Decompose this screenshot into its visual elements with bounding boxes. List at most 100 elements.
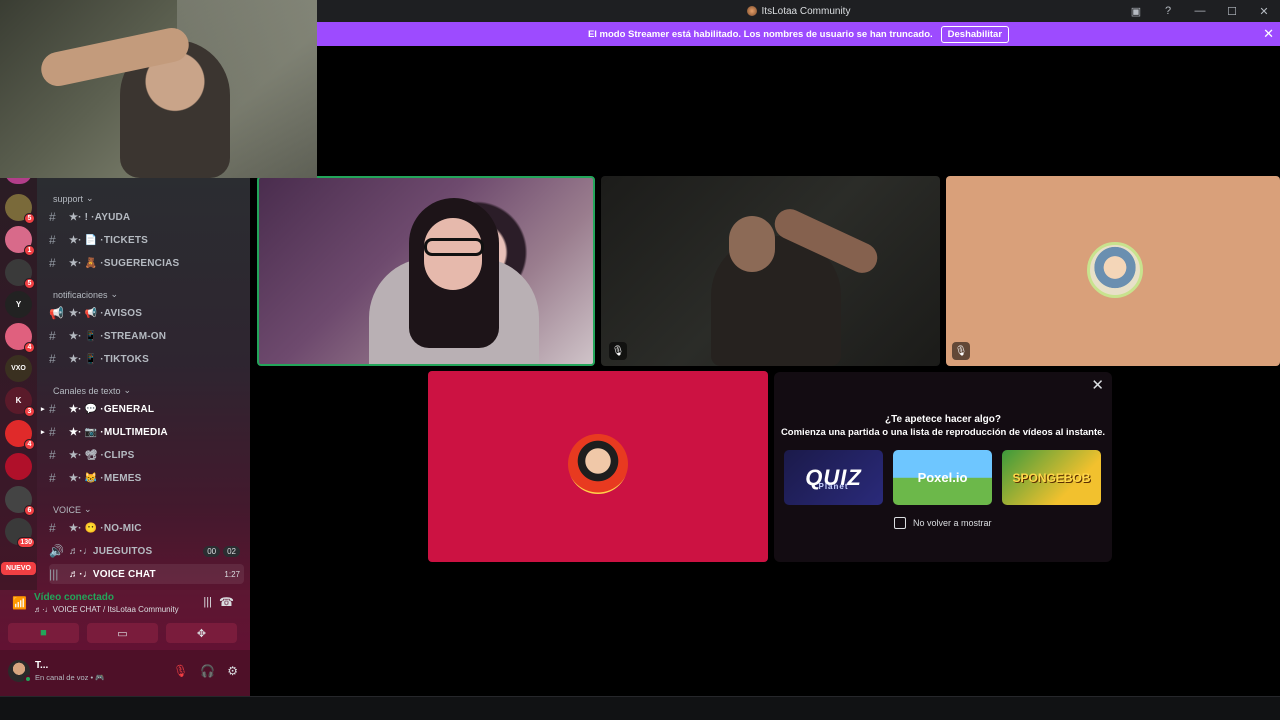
activities-button[interactable]: ✥ — [166, 623, 237, 643]
server-icon[interactable]: 1 — [5, 226, 35, 256]
category-label: Canales de texto — [53, 385, 121, 396]
channel-ayuda[interactable]: # ★·‎ ! ·AYUDA — [49, 207, 244, 227]
channel-tickets[interactable]: # ★·‎ 📄 ·TICKETS — [49, 230, 244, 250]
unread-indicator-icon: ▸ — [41, 406, 45, 413]
game-spongebob[interactable]: SPONGEBOB — [1002, 450, 1101, 505]
voice-connection-panel: 📶 Vídeo conectado ♬·♩VOICE CHAT / ItsLot… — [0, 590, 250, 650]
minimize-button[interactable]: — — [1184, 0, 1216, 22]
close-window-button[interactable]: ✕ — [1248, 0, 1280, 22]
activity-question: ¿Te apetece hacer algo? — [885, 414, 1001, 425]
noise-suppression-icon[interactable]: ||| — [203, 596, 212, 608]
unread-badge: 5 — [24, 213, 35, 224]
category-voice[interactable]: VOICE ⌄ — [53, 504, 92, 515]
close-banner-icon[interactable]: ✕ — [1263, 26, 1274, 42]
chevron-down-icon: ⌄ — [123, 385, 132, 395]
channel-clips[interactable]: # ★·‎ 📽 ·CLIPS — [49, 445, 244, 465]
video-tile[interactable]: 🎙 — [601, 176, 940, 366]
voice-location[interactable]: ♬·♩VOICE CHAT / ItsLotaa Community — [34, 605, 179, 614]
game-title: Poxel.io — [917, 470, 968, 485]
game-quiz-planet[interactable]: QUIZ Planet — [784, 450, 883, 505]
server-icon[interactable]: K3 — [5, 387, 35, 417]
participant-avatar — [568, 434, 628, 494]
server-icon[interactable]: 5 — [5, 194, 35, 224]
inbox-icon[interactable]: ▣ — [1120, 0, 1152, 22]
discord-window: ItsLotaa Community ▣ ? — ☐ ✕ El modo Str… — [0, 0, 1280, 720]
channel-label: ♬·♩VOICE CHAT — [69, 568, 156, 580]
mic-muted-icon: 🎙 — [609, 342, 627, 360]
new-server-badge[interactable]: NUEVO — [1, 562, 36, 575]
maximize-button[interactable]: ☐ — [1216, 0, 1248, 22]
unread-badge: 1 — [24, 245, 35, 256]
window-title: ItsLotaa Community — [746, 6, 850, 17]
game-poxel[interactable]: Poxel.io — [893, 450, 992, 505]
hash-icon: # — [49, 402, 56, 416]
channel-label: ★·‎ 📄 ·TICKETS — [69, 234, 149, 246]
category-support[interactable]: support ⌄ — [53, 193, 94, 204]
server-icon[interactable]: 5 — [5, 259, 35, 289]
category-label: support — [53, 193, 84, 204]
server-icon[interactable]: VXO — [5, 355, 32, 382]
hash-icon: # — [49, 448, 56, 462]
channel-label: ♬·♩JUEGUITOS — [69, 545, 153, 557]
channel-sugerencias[interactable]: # ★·‎ 🧸 ·SUGERENCIAS — [49, 253, 244, 273]
channel-general[interactable]: ▸ # ★·‎ 💬 ·GENERAL — [41, 399, 244, 419]
channel-label: ★·‎ 📢 ·AVISOS — [69, 307, 143, 319]
avatar-tile[interactable] — [428, 371, 768, 562]
channel-label: ★·‎ 😹 ·MEMES — [69, 472, 142, 484]
server-icon[interactable]: 130 — [5, 518, 35, 548]
channel-avisos[interactable]: 📢 ★·‎ 📢 ·AVISOS — [49, 303, 244, 323]
user-count: 00 02 — [200, 545, 240, 557]
server-icon[interactable]: 6 — [5, 486, 35, 516]
headphones-icon[interactable]: 🎧 — [200, 664, 215, 678]
unread-badge: 6 — [24, 505, 35, 516]
count-pill: 00 — [203, 545, 221, 557]
voice-status[interactable]: Vídeo conectado — [34, 592, 114, 603]
help-icon[interactable]: ? — [1152, 0, 1184, 22]
dont-show-again-checkbox[interactable]: No volver a mostrar — [894, 517, 992, 529]
channel-multimedia[interactable]: ▸ # ★·‎ 📷 ·MULTIMEDIA — [41, 422, 244, 442]
online-status-dot — [24, 675, 32, 683]
unread-badge: 130 — [17, 537, 35, 548]
voice-channel-voice-chat[interactable]: ||| ♬·♩VOICE CHAT 1:27 — [49, 564, 244, 584]
checkbox-box[interactable] — [894, 517, 906, 529]
gear-icon[interactable]: ⚙ — [227, 664, 238, 678]
hash-icon: # — [49, 471, 56, 485]
speaker-icon: 🔊 — [49, 544, 64, 558]
channel-no-mic[interactable]: # ★·‎ 😶 ·NO-MIC — [49, 518, 244, 538]
unread-indicator-icon: ▸ — [41, 429, 45, 436]
video-tile-speaking[interactable] — [257, 176, 595, 366]
disconnect-icon[interactable]: ☎ — [219, 595, 234, 609]
close-icon[interactable]: ✕ — [1091, 376, 1104, 394]
username[interactable]: T... — [35, 660, 48, 671]
server-icon[interactable]: 4 — [5, 323, 35, 353]
voice-channel-jueguitos[interactable]: 🔊 ♬·♩JUEGUITOS 00 02 — [49, 541, 244, 561]
channel-tiktoks[interactable]: # ★·‎ 📱 ·TIKTOKS — [49, 349, 244, 369]
video-figure — [424, 238, 484, 256]
chevron-down-icon: ⌄ — [86, 193, 94, 203]
hash-icon: # — [49, 210, 56, 224]
hash-icon: # — [49, 352, 56, 366]
camera-button[interactable]: ■ — [8, 623, 79, 643]
connection-signal-icon[interactable]: 📶 — [12, 596, 27, 610]
screen-share-button[interactable]: ▭ — [87, 623, 158, 643]
server-icon[interactable]: Y — [5, 291, 32, 318]
hash-icon: # — [49, 521, 56, 535]
video-figure — [729, 216, 775, 272]
server-initials: VXO — [11, 365, 26, 372]
category-texto[interactable]: Canales de texto ⌄ — [53, 385, 131, 396]
megaphone-icon: 📢 — [49, 306, 64, 320]
streamer-mode-message: El modo Streamer está habilitado. Los no… — [587, 28, 933, 40]
channel-label: ★·‎ 📷 ·MULTIMEDIA — [69, 426, 168, 438]
channel-memes[interactable]: # ★·‎ 😹 ·MEMES — [49, 468, 244, 488]
call-timer: 1:27 — [224, 569, 240, 579]
mic-muted-icon[interactable]: 🎙 — [173, 664, 188, 678]
voice-activity-icon: ||| — [49, 567, 59, 581]
disable-streamer-button[interactable]: Deshabilitar — [940, 25, 1010, 43]
server-icon[interactable]: 4 — [5, 420, 35, 450]
checkbox-label: No volver a mostrar — [913, 518, 992, 528]
user-panel: T... En canal de voz • 🎮 🎙 🎧 ⚙ — [0, 650, 250, 696]
server-icon[interactable] — [5, 453, 32, 480]
channel-stream-on[interactable]: # ★·‎ 📱 ·STREAM-ON — [49, 326, 244, 346]
category-notificaciones[interactable]: notificaciones ⌄ — [53, 289, 118, 300]
avatar-tile[interactable]: 🎙 — [946, 176, 1280, 366]
